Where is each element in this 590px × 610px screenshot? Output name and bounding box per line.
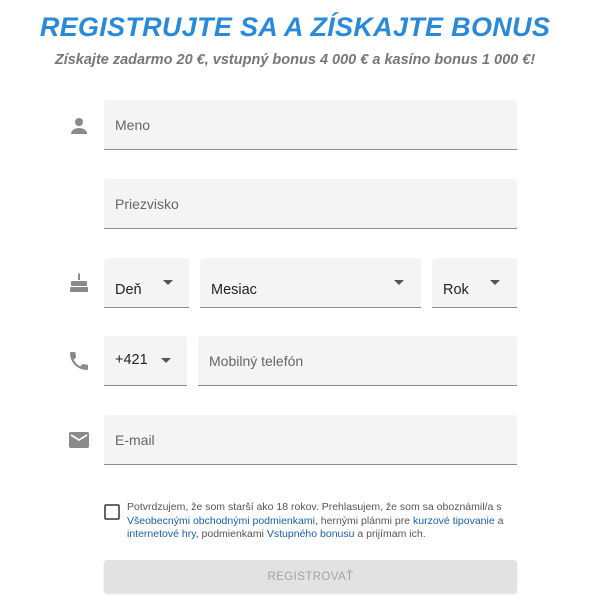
birth-year-select[interactable]: Rok: [432, 258, 517, 308]
phone-placeholder: Mobilný telefón: [209, 353, 304, 369]
chevron-down-icon: [394, 280, 404, 285]
birth-month-value: Mesiac: [211, 282, 257, 298]
last-name-placeholder: Priezvisko: [115, 196, 179, 212]
chevron-down-icon: [163, 280, 173, 285]
page-subtitle: Získajte zadarmo 20 €, vstupný bonus 4 0…: [54, 52, 536, 68]
email-icon: [67, 428, 91, 452]
betting-plan-link[interactable]: kurzové tipovanie: [413, 515, 495, 527]
chevron-down-icon: [161, 358, 171, 363]
register-button[interactable]: REGISTROVAŤ: [104, 560, 517, 593]
email-field[interactable]: E-mail: [104, 415, 517, 465]
chevron-down-icon: [490, 280, 500, 285]
page-title: REGISTRUJTE SA A ZÍSKAJTE BONUS: [39, 12, 551, 42]
consent-text: Potvrdzujem, že som starší ako 18 rokov.…: [127, 501, 504, 540]
cake-icon: [67, 271, 91, 295]
birth-day-value: Deň: [115, 282, 142, 298]
phone-prefix-select[interactable]: +421: [104, 336, 187, 386]
terms-link[interactable]: Všeobecnými obchodnými podmienkami: [127, 515, 315, 527]
first-name-placeholder: Meno: [115, 117, 151, 133]
phone-prefix-value: +421: [115, 352, 148, 368]
consent-checkbox[interactable]: [104, 504, 120, 520]
birth-day-select[interactable]: Deň: [104, 258, 189, 308]
bonus-terms-link[interactable]: Vstupného bonusu: [267, 528, 355, 540]
person-icon: [67, 114, 91, 138]
phone-icon: [67, 349, 91, 373]
last-name-field[interactable]: Priezvisko: [104, 179, 517, 229]
birth-month-select[interactable]: Mesiac: [200, 258, 421, 308]
phone-field[interactable]: Mobilný telefón: [198, 336, 517, 386]
first-name-field[interactable]: Meno: [104, 100, 517, 150]
birth-year-value: Rok: [443, 282, 469, 298]
games-plan-link[interactable]: internetové hry: [127, 528, 196, 540]
email-placeholder: E-mail: [115, 432, 155, 448]
